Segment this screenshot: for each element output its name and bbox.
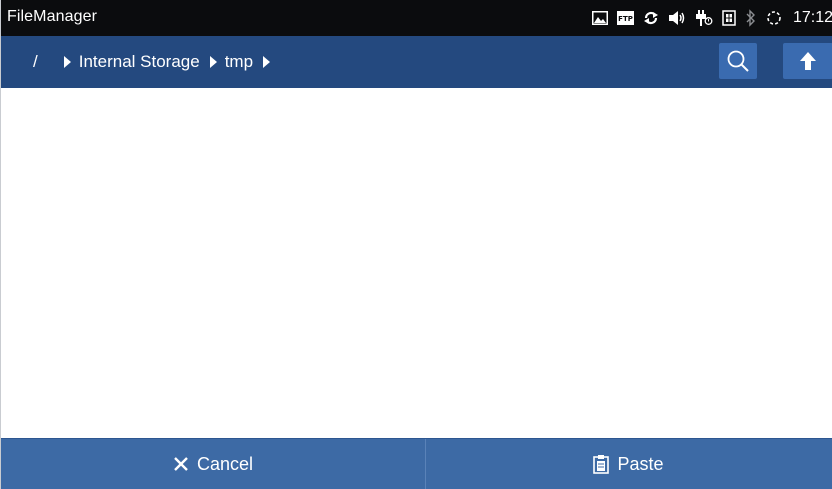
paste-button[interactable]: Paste xyxy=(426,439,831,489)
bluetooth-icon xyxy=(745,9,757,27)
breadcrumb-toolbar: / Internal Storage tmp xyxy=(1,36,832,88)
close-icon xyxy=(173,456,189,472)
breadcrumb-root[interactable]: / xyxy=(33,52,38,72)
search-button[interactable] xyxy=(719,43,757,79)
status-bar: FileManager FTP 17:12 xyxy=(1,0,832,36)
clipboard-icon xyxy=(593,454,610,474)
ftp-icon-label: FTP xyxy=(618,15,633,23)
up-directory-button[interactable] xyxy=(783,43,832,79)
sim-card-icon xyxy=(722,10,736,26)
usb-icon xyxy=(695,9,713,27)
breadcrumb: / Internal Storage tmp xyxy=(1,36,278,88)
action-bar: Cancel Paste xyxy=(1,438,832,489)
status-icons: FTP 17:12 xyxy=(591,0,832,36)
paste-label: Paste xyxy=(617,453,664,474)
app-title: FileManager xyxy=(7,8,98,25)
chevron-right-icon xyxy=(263,56,271,68)
cancel-button[interactable]: Cancel xyxy=(1,439,426,489)
breadcrumb-item-tmp[interactable]: tmp xyxy=(225,52,253,72)
ftp-icon: FTP xyxy=(616,11,634,25)
loading-icon xyxy=(766,10,782,26)
sync-icon xyxy=(643,10,659,26)
status-time: 17:12 xyxy=(792,9,832,26)
file-manager-screen: FileManager FTP 17:12 / Internal Storage… xyxy=(0,0,832,489)
breadcrumb-item-internal-storage[interactable]: Internal Storage xyxy=(79,52,200,72)
chevron-right-icon xyxy=(209,56,217,68)
file-list-area xyxy=(1,88,832,438)
cancel-label: Cancel xyxy=(196,453,254,474)
volume-icon xyxy=(668,10,686,26)
image-icon xyxy=(591,11,608,25)
search-icon xyxy=(727,50,749,72)
chevron-right-icon xyxy=(63,56,71,68)
up-arrow-icon xyxy=(800,52,816,70)
